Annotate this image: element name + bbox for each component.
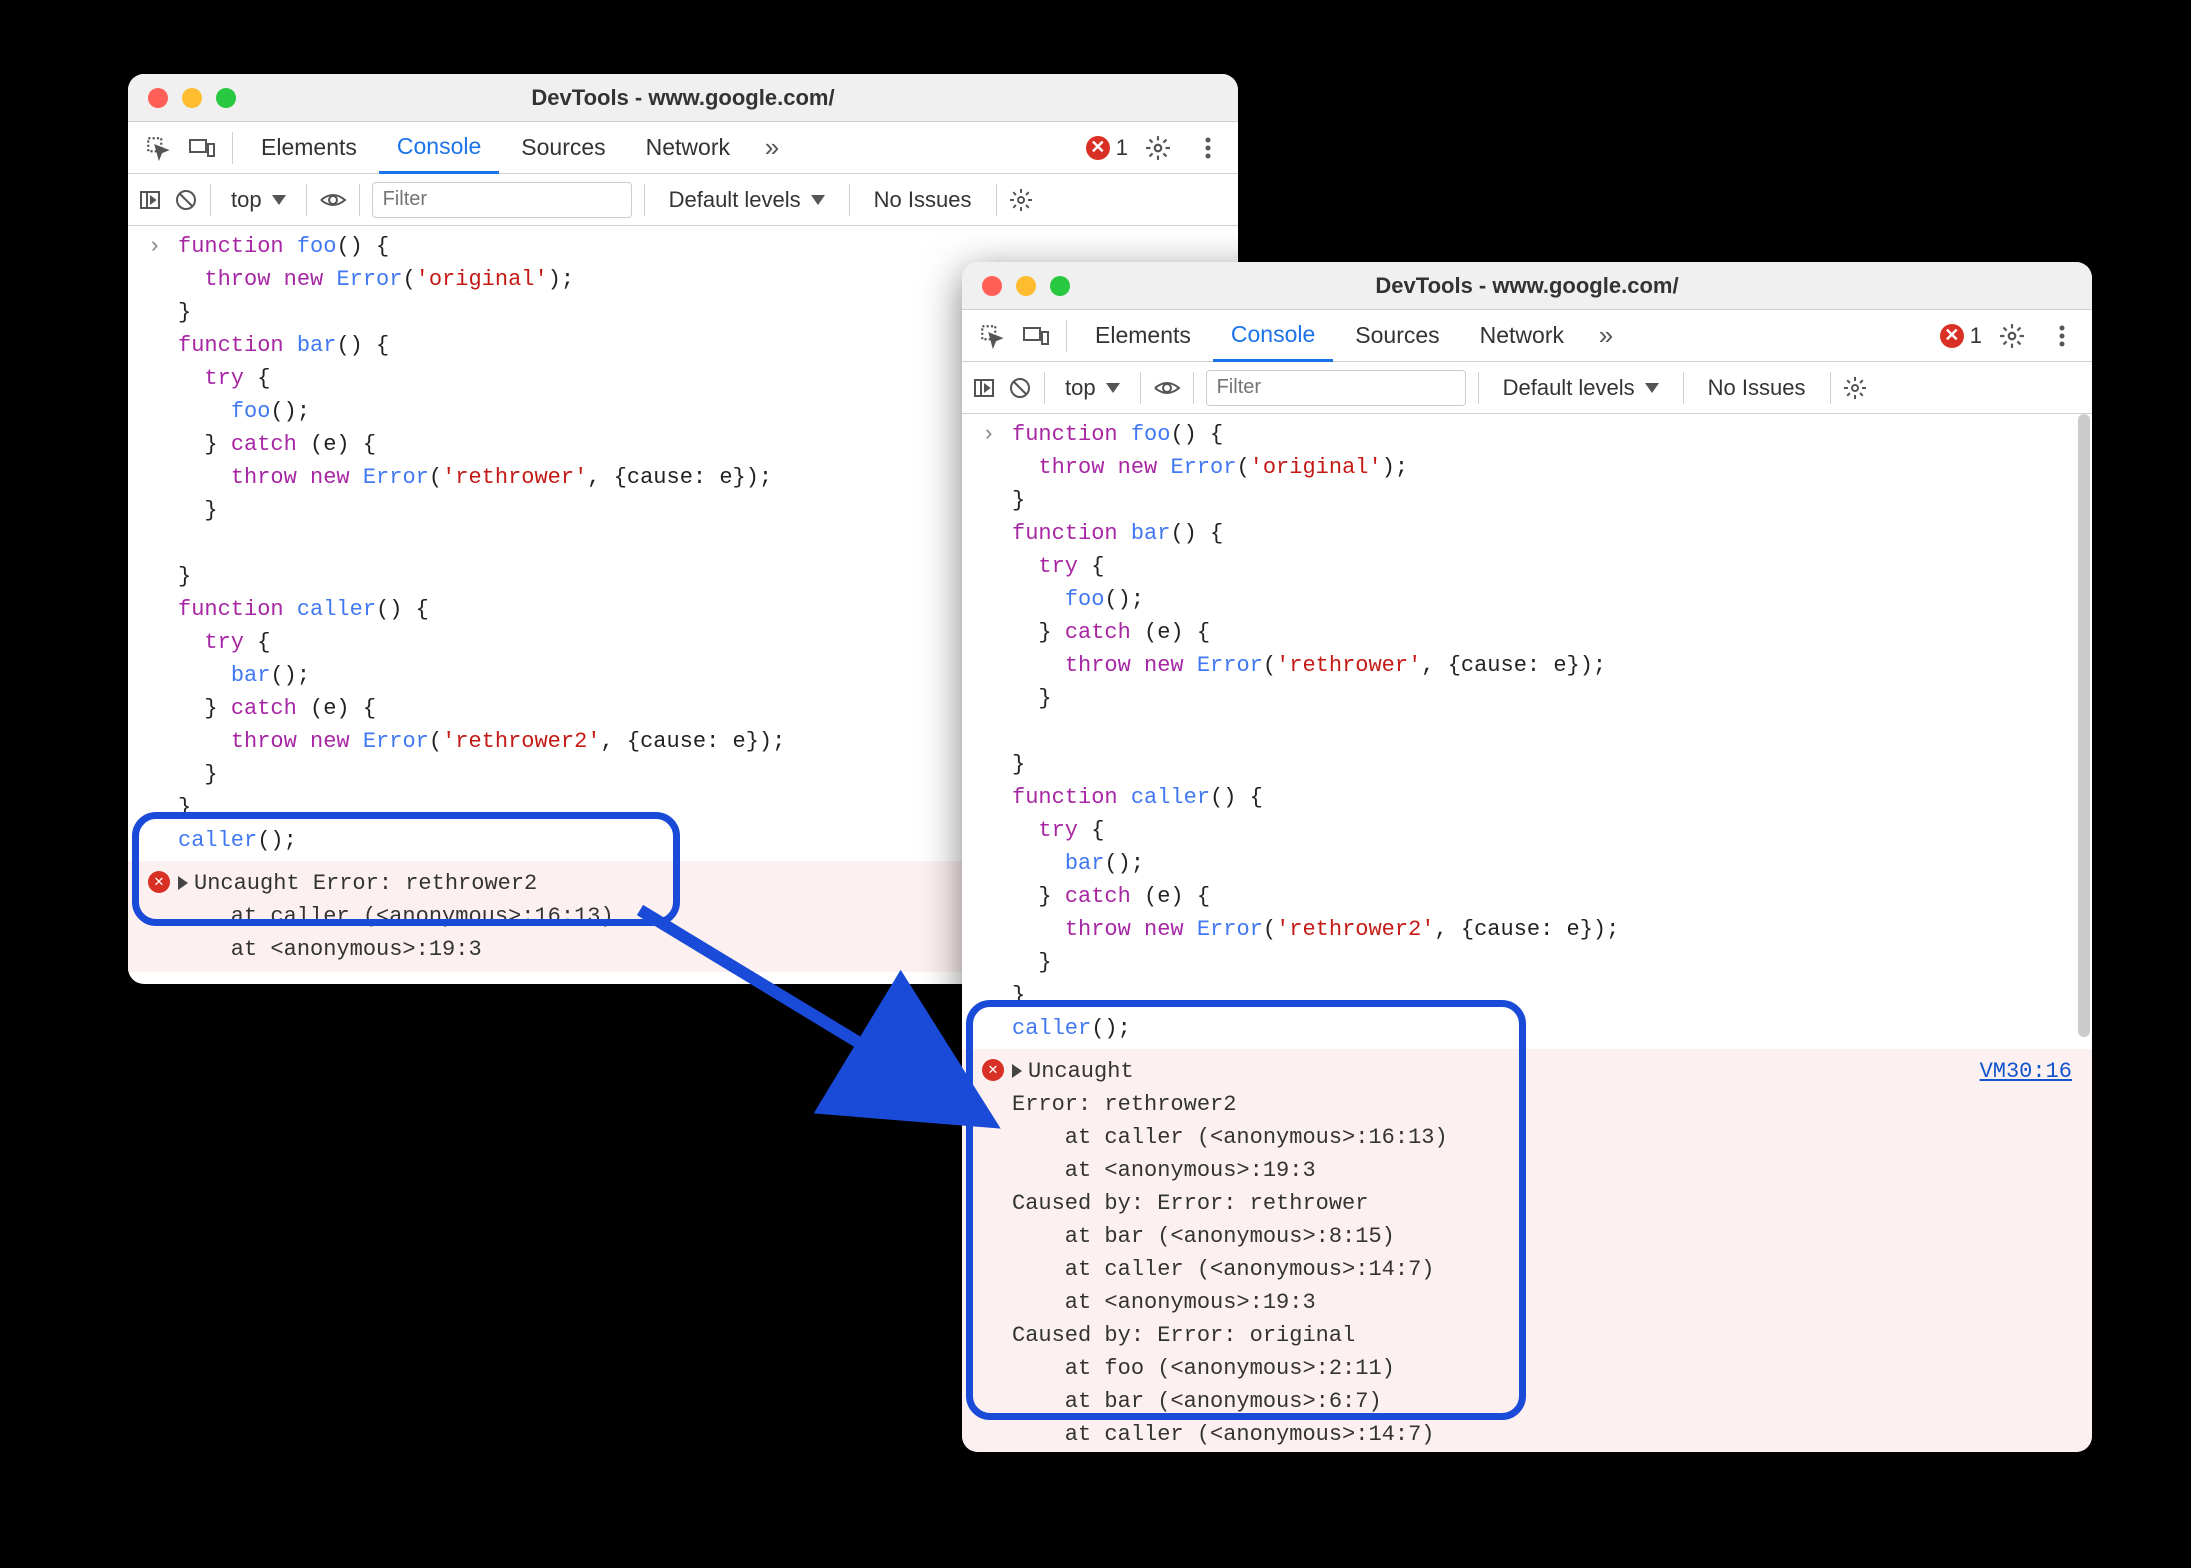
- kebab-menu-icon[interactable]: [2042, 316, 2082, 356]
- issues-counter[interactable]: No Issues: [1696, 375, 1818, 401]
- error-icon: ✕: [1940, 324, 1964, 348]
- scrollbar[interactable]: [2078, 414, 2090, 1037]
- tab-network[interactable]: Network: [628, 122, 748, 174]
- tab-console[interactable]: Console: [1213, 310, 1333, 362]
- error-badge[interactable]: ✕ 1: [1940, 323, 1982, 349]
- clear-console-icon[interactable]: [1008, 376, 1032, 400]
- titlebar: DevTools - www.google.com/: [128, 74, 1238, 122]
- error-icon: ✕: [982, 1055, 1012, 1452]
- chevron-down-icon: [272, 195, 286, 205]
- settings-icon[interactable]: [1992, 316, 2032, 356]
- filter-input[interactable]: [372, 182, 632, 218]
- devtools-window-after: DevTools - www.google.com/ Elements Cons…: [962, 262, 2092, 1452]
- clear-console-icon[interactable]: [174, 188, 198, 212]
- filter-input[interactable]: [1206, 370, 1466, 406]
- minimize-button[interactable]: [1016, 276, 1036, 296]
- chevron-down-icon: [1106, 383, 1120, 393]
- console-error-row[interactable]: ✕ UncaughtError: rethrower2 at caller (<…: [962, 1049, 2092, 1452]
- inspect-icon[interactable]: [972, 316, 1012, 356]
- disclosure-triangle-icon[interactable]: [178, 876, 188, 890]
- context-selector[interactable]: top: [223, 187, 294, 213]
- maximize-button[interactable]: [1050, 276, 1070, 296]
- sidebar-toggle-icon[interactable]: [138, 188, 162, 212]
- chevron-down-icon: [1645, 383, 1659, 393]
- close-button[interactable]: [982, 276, 1002, 296]
- source-link[interactable]: VM30:16: [1980, 1055, 2072, 1088]
- console-input-echo: › function foo() { throw new Error('orig…: [962, 414, 2092, 1049]
- tab-elements[interactable]: Elements: [243, 122, 375, 174]
- error-icon: ✕: [1086, 136, 1110, 160]
- issues-counter[interactable]: No Issues: [862, 187, 984, 213]
- kebab-menu-icon[interactable]: [1188, 128, 1228, 168]
- tabbar: Elements Console Sources Network ✕ 1: [962, 310, 2092, 362]
- log-levels-selector[interactable]: Default levels: [657, 187, 837, 213]
- console-body: › function foo() { throw new Error('orig…: [962, 414, 2092, 1452]
- error-badge[interactable]: ✕ 1: [1086, 135, 1128, 161]
- inspect-icon[interactable]: [138, 128, 178, 168]
- more-tabs-icon[interactable]: [752, 128, 792, 168]
- input-chevron-icon: ›: [148, 230, 178, 857]
- tab-sources[interactable]: Sources: [503, 122, 623, 174]
- window-title: DevTools - www.google.com/: [962, 273, 2092, 299]
- tab-elements[interactable]: Elements: [1077, 310, 1209, 362]
- tab-network[interactable]: Network: [1462, 310, 1582, 362]
- sidebar-toggle-icon[interactable]: [972, 376, 996, 400]
- window-title: DevTools - www.google.com/: [128, 85, 1238, 111]
- maximize-button[interactable]: [216, 88, 236, 108]
- live-expression-icon[interactable]: [1153, 378, 1181, 398]
- settings-icon[interactable]: [1138, 128, 1178, 168]
- error-count: 1: [1970, 323, 1982, 349]
- traffic-lights: [982, 276, 1070, 296]
- context-selector[interactable]: top: [1057, 375, 1128, 401]
- tabbar: Elements Console Sources Network ✕ 1: [128, 122, 1238, 174]
- minimize-button[interactable]: [182, 88, 202, 108]
- console-settings-icon[interactable]: [1009, 188, 1033, 212]
- input-chevron-icon: ›: [982, 418, 1012, 1045]
- console-settings-icon[interactable]: [1843, 376, 1867, 400]
- chevron-down-icon: [811, 195, 825, 205]
- log-levels-selector[interactable]: Default levels: [1491, 375, 1671, 401]
- disclosure-triangle-icon[interactable]: [1012, 1064, 1022, 1078]
- traffic-lights: [148, 88, 236, 108]
- console-toolbar: top Default levels No Issues: [962, 362, 2092, 414]
- device-toggle-icon[interactable]: [182, 128, 222, 168]
- console-toolbar: top Default levels No Issues: [128, 174, 1238, 226]
- more-tabs-icon[interactable]: [1586, 316, 1626, 356]
- titlebar: DevTools - www.google.com/: [962, 262, 2092, 310]
- error-text: UncaughtError: rethrower2 at caller (<an…: [1012, 1055, 2092, 1452]
- live-expression-icon[interactable]: [319, 190, 347, 210]
- tab-console[interactable]: Console: [379, 122, 499, 174]
- code-content: function foo() { throw new Error('origin…: [1012, 418, 1619, 1045]
- error-count: 1: [1116, 135, 1128, 161]
- error-icon: ✕: [148, 867, 178, 966]
- device-toggle-icon[interactable]: [1016, 316, 1056, 356]
- close-button[interactable]: [148, 88, 168, 108]
- tab-sources[interactable]: Sources: [1337, 310, 1457, 362]
- code-content: function foo() { throw new Error('origin…: [178, 230, 785, 857]
